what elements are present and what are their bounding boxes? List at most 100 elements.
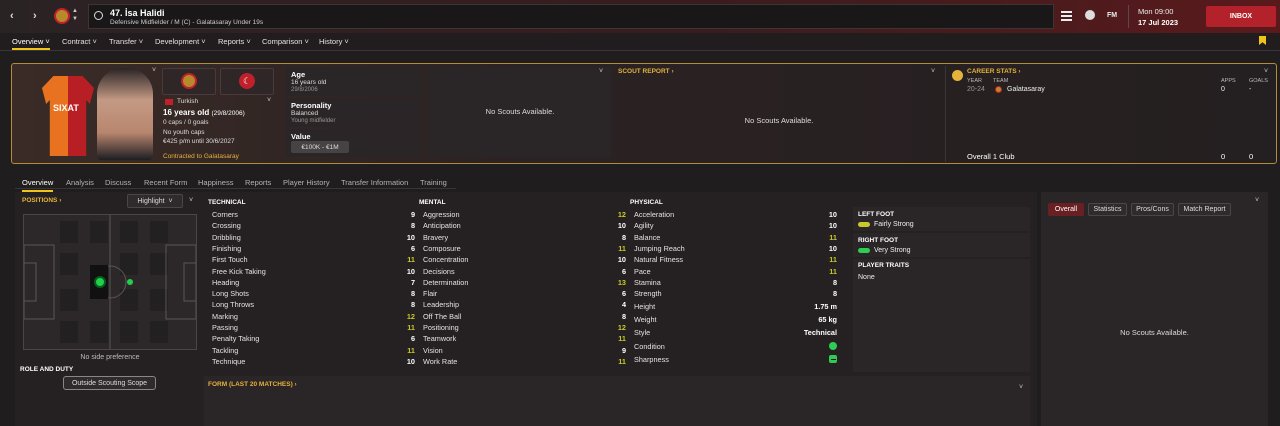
subtab-transfer-information[interactable]: Transfer Information (341, 178, 408, 187)
subtab-reports[interactable]: Reports (245, 178, 271, 187)
inbox-button[interactable]: INBOX (1206, 6, 1276, 27)
club-badge-box[interactable] (162, 68, 216, 95)
physical-attr-row[interactable]: Jumping Reach 10 (634, 244, 837, 255)
menu-overview[interactable]: Overview ˅ (12, 37, 50, 50)
mental-attr-row[interactable]: Bravery 8 (423, 233, 626, 244)
right-foot-icon (858, 248, 870, 253)
game-date[interactable]: 17 Jul 2023 (1138, 18, 1178, 27)
form-link[interactable]: FORM (LAST 20 MATCHES) › (208, 381, 297, 388)
positions-link[interactable]: POSITIONS › (22, 197, 61, 204)
technical-attr-row[interactable]: Free Kick Taking 10 (212, 267, 415, 278)
positions-dropdown-icon[interactable]: ˅ (189, 197, 193, 204)
tab-overall[interactable]: Overall (1048, 203, 1084, 216)
mental-attr-row[interactable]: Vision 9 (423, 346, 626, 357)
role-scouting-button[interactable]: Outside Scouting Scope (63, 376, 156, 390)
technical-attr-row[interactable]: Heading 7 (212, 278, 415, 289)
subtab-overview[interactable]: Overview (22, 178, 54, 192)
technical-attr-row[interactable]: Finishing 6 (212, 244, 415, 255)
mental-attr-value: 12 (617, 323, 626, 332)
menu-reports[interactable]: Reports ˅ (218, 37, 251, 46)
menu-transfer[interactable]: Transfer ˅ (109, 37, 143, 46)
mental-attr-row[interactable]: Positioning 12 (423, 323, 626, 334)
mental-attr-row[interactable]: Teamwork 11 (423, 334, 626, 345)
menu-comparison[interactable]: Comparison ˅ (262, 37, 309, 46)
tab-pros-cons[interactable]: Pros/Cons (1131, 203, 1174, 216)
technical-attr-value: 6 (410, 243, 415, 253)
side-panel-dropdown-icon[interactable]: ˅ (1255, 197, 1259, 204)
physical-attr-row[interactable]: Acceleration 10 (634, 210, 837, 221)
physical-attr-row[interactable]: Pace 11 (634, 267, 837, 278)
game-time[interactable]: Mon 09:00 (1138, 7, 1173, 16)
mental-attr-row[interactable]: Off The Ball 8 (423, 312, 626, 323)
career-team[interactable]: Galatasaray (1007, 86, 1045, 93)
mental-attr-value: 11 (618, 243, 626, 253)
technical-attr-row[interactable]: Long Shots 8 (212, 289, 415, 300)
club-crest-icon[interactable] (54, 8, 70, 24)
menu-history[interactable]: History ˅ (319, 37, 349, 46)
technical-attr-row[interactable]: Crossing 8 (212, 221, 415, 232)
tab-statistics[interactable]: Statistics (1088, 203, 1127, 216)
subtab-discuss[interactable]: Discuss (105, 178, 131, 187)
mental-attr-name: Anticipation (423, 221, 461, 231)
subtab-training[interactable]: Training (420, 178, 447, 187)
subtab-happiness[interactable]: Happiness (198, 178, 233, 187)
hamburger-menu-icon[interactable] (1061, 11, 1072, 21)
subtab-recent-form[interactable]: Recent Form (144, 178, 187, 187)
physical-extra-row: Height 1.75 m (634, 302, 837, 313)
mental-attr-row[interactable]: Composure 11 (423, 244, 626, 255)
career-dropdown-icon[interactable]: ˅ (1264, 68, 1268, 75)
technical-attr-row[interactable]: Corners 9 (212, 210, 415, 221)
back-arrow-icon[interactable]: ‹ (10, 10, 14, 22)
subtab-analysis[interactable]: Analysis (66, 178, 94, 187)
menu-development[interactable]: Development ˅ (155, 37, 206, 46)
subtab-player-history[interactable]: Player History (283, 178, 330, 187)
technical-attr-row[interactable]: Tackling 11 (212, 346, 415, 357)
highlight-dropdown[interactable]: Highlight ˅ (127, 194, 183, 208)
contract-status[interactable]: Contracted to Galatasaray (163, 153, 239, 160)
scout-dropdown-icon[interactable]: ˅ (599, 68, 603, 75)
club-switch-icon[interactable]: ▲ ▼ (72, 7, 78, 23)
physical-attr-row[interactable]: Strength 8 (634, 289, 837, 300)
mental-attr-row[interactable]: Leadership 4 (423, 300, 626, 311)
technical-attr-row[interactable]: Penalty Taking 6 (212, 334, 415, 345)
mental-attr-name: Aggression (423, 210, 460, 219)
mental-attr-row[interactable]: Flair 6 (423, 289, 626, 300)
mental-attr-row[interactable]: Anticipation 10 (423, 221, 626, 232)
technical-title: TECHNICAL (208, 199, 246, 206)
mental-attr-row[interactable]: Concentration 10 (423, 255, 626, 266)
nation-badge-box[interactable]: ☾ (220, 68, 274, 95)
physical-attr-row[interactable]: Stamina 8 (634, 278, 837, 289)
mental-attr-value: 6 (621, 289, 626, 299)
technical-attr-row[interactable]: Passing 11 (212, 323, 415, 334)
technical-attr-row[interactable]: Long Throws 8 (212, 300, 415, 311)
mental-attr-name: Flair (423, 289, 438, 299)
tab-match-report[interactable]: Match Report (1178, 203, 1231, 216)
mental-attr-row[interactable]: Work Rate 11 (423, 357, 626, 368)
menu-contract[interactable]: Contract ˅ (62, 37, 97, 46)
mental-attr-row[interactable]: Determination 13 (423, 278, 626, 289)
mental-attr-row[interactable]: Decisions 6 (423, 267, 626, 278)
fm-logo[interactable]: FM (1107, 12, 1117, 19)
player-header-box[interactable]: 47. İsa Halidi Defensive Midfielder / M … (88, 4, 1054, 29)
scout-report-link[interactable]: SCOUT REPORT › (618, 68, 674, 75)
physical-attr-row[interactable]: Natural Fitness 11 (634, 255, 837, 266)
physical-extra-row: Sharpness (634, 355, 837, 366)
technical-attr-row[interactable]: Marking 12 (212, 312, 415, 323)
mental-attr-row[interactable]: Aggression 12 (423, 210, 626, 221)
forward-arrow-icon[interactable]: › (33, 10, 37, 22)
form-dropdown-icon[interactable]: ˅ (1019, 384, 1023, 391)
mental-attr-name: Vision (423, 345, 443, 355)
technical-attr-row[interactable]: Dribbling 10 (212, 233, 415, 244)
nation-dropdown-icon[interactable]: ˅ (267, 97, 271, 104)
physical-attr-row[interactable]: Agility 10 (634, 221, 837, 232)
career-stats-link[interactable]: CAREER STATS › (967, 68, 1021, 75)
technical-attr-name: Finishing (212, 243, 242, 253)
search-icon[interactable] (94, 11, 103, 20)
technical-attr-row[interactable]: First Touch 11 (212, 255, 415, 266)
pitch-lines (23, 215, 197, 349)
physical-attr-row[interactable]: Balance 11 (634, 233, 837, 244)
manager-face-icon[interactable] (1085, 10, 1095, 20)
portrait-dropdown-icon[interactable]: ˅ (152, 67, 156, 74)
scout-report-dropdown-icon[interactable]: ˅ (931, 68, 935, 75)
technical-attr-row[interactable]: Technique 10 (212, 357, 415, 368)
